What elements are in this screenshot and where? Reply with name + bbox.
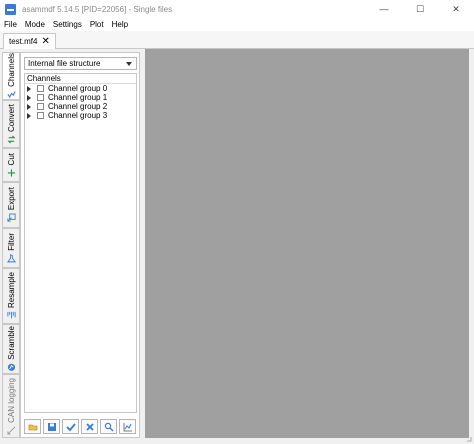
expand-arrow-icon[interactable]	[27, 85, 31, 92]
window-title: asammdf 5.14.5 [PID=22056] - Single file…	[22, 4, 173, 14]
expand-arrow-icon[interactable]	[27, 112, 31, 119]
sidetab-convert[interactable]: Convert	[2, 100, 20, 148]
convert-icon	[6, 135, 16, 144]
app-icon	[5, 3, 16, 15]
sidetab-filter[interactable]: Filter	[2, 228, 20, 268]
group-label: Channel group 0	[48, 84, 108, 93]
side-tab-strip: Channels Convert Cut Export Filter Resam…	[2, 52, 20, 438]
select-all-button[interactable]	[62, 419, 79, 434]
view-mode-select[interactable]: Internal file structure	[24, 57, 137, 70]
sidetab-scramble-label: Scramble	[6, 326, 16, 360]
group-label: Channel group 1	[48, 93, 108, 102]
resize-grip-icon[interactable]	[466, 436, 472, 442]
expand-arrow-icon[interactable]	[27, 103, 31, 110]
channel-tree[interactable]: Channels Channel group 0 Channel group 1…	[24, 73, 137, 413]
expand-arrow-icon[interactable]	[27, 94, 31, 101]
save-config-button[interactable]	[43, 419, 60, 434]
channels-icon	[6, 91, 16, 99]
clear-all-button[interactable]	[81, 419, 98, 434]
resample-icon	[6, 311, 16, 319]
tree-row[interactable]: Channel group 2	[25, 102, 136, 111]
uncheck-all-icon	[85, 422, 94, 431]
view-mode-value: Internal file structure	[28, 59, 101, 68]
tree-row[interactable]: Channel group 1	[25, 93, 136, 102]
workspace: Channels Convert Cut Export Filter Resam…	[0, 49, 474, 444]
export-icon	[6, 214, 16, 223]
maximize-button[interactable]: ☐	[402, 0, 438, 18]
file-tab-label: test.mf4	[9, 37, 38, 46]
close-button[interactable]: ✕	[438, 0, 474, 18]
group-checkbox[interactable]	[37, 85, 44, 92]
group-label: Channel group 2	[48, 102, 108, 111]
channel-tree-header: Channels	[25, 74, 136, 84]
file-tab-bar: test.mf4 ✕	[0, 31, 474, 49]
open-folder-icon	[28, 424, 37, 430]
menu-mode[interactable]: Mode	[21, 20, 49, 29]
tree-row[interactable]: Channel group 0	[25, 84, 136, 93]
create-plot-button[interactable]	[119, 419, 136, 434]
menu-plot[interactable]: Plot	[86, 20, 108, 29]
group-label: Channel group 3	[48, 111, 108, 120]
sidetab-can-logging[interactable]: CAN logging	[2, 374, 20, 438]
sidetab-export-label: Export	[6, 187, 16, 211]
load-config-button[interactable]	[24, 419, 41, 434]
search-button[interactable]	[100, 419, 117, 434]
file-tab[interactable]: test.mf4 ✕	[3, 33, 56, 49]
save-icon	[47, 422, 56, 431]
group-checkbox[interactable]	[37, 112, 44, 119]
scramble-icon	[7, 363, 15, 371]
menu-file[interactable]: File	[0, 20, 21, 29]
can-logging-icon	[6, 426, 15, 435]
sidetab-resample-label: Resample	[6, 271, 16, 308]
group-checkbox[interactable]	[37, 103, 44, 110]
plot-icon	[123, 422, 132, 431]
sidetab-channels[interactable]: Channels	[2, 52, 20, 100]
channel-toolbar	[24, 419, 136, 434]
sidetab-scramble[interactable]: Scramble	[2, 324, 20, 374]
sidetab-channels-label: Channels	[6, 53, 16, 87]
plot-area[interactable]	[145, 49, 469, 438]
menu-settings[interactable]: Settings	[49, 20, 86, 29]
sidetab-cut[interactable]: Cut	[2, 148, 20, 182]
sidetab-convert-label: Convert	[6, 103, 16, 132]
check-all-icon	[65, 422, 76, 431]
tree-row[interactable]: Channel group 3	[25, 111, 136, 120]
title-bar: asammdf 5.14.5 [PID=22056] - Single file…	[0, 0, 474, 18]
chevron-down-icon	[126, 62, 132, 66]
menu-help[interactable]: Help	[108, 20, 132, 29]
sidetab-filter-label: Filter	[6, 233, 16, 251]
window-controls: — ☐ ✕	[366, 0, 474, 18]
filter-icon	[6, 254, 16, 263]
sidetab-can-logging-label: CAN logging	[6, 377, 16, 423]
sidetab-export[interactable]: Export	[2, 182, 20, 228]
minimize-button[interactable]: —	[366, 0, 402, 18]
close-tab-icon[interactable]: ✕	[41, 36, 49, 47]
search-icon	[104, 422, 113, 431]
menu-bar: File Mode Settings Plot Help	[0, 18, 474, 31]
channels-panel: Internal file structure Channels Channel…	[20, 52, 140, 438]
group-checkbox[interactable]	[37, 94, 44, 101]
cut-icon	[7, 169, 15, 177]
sidetab-resample[interactable]: Resample	[2, 268, 20, 324]
sidetab-cut-label: Cut	[6, 152, 16, 166]
